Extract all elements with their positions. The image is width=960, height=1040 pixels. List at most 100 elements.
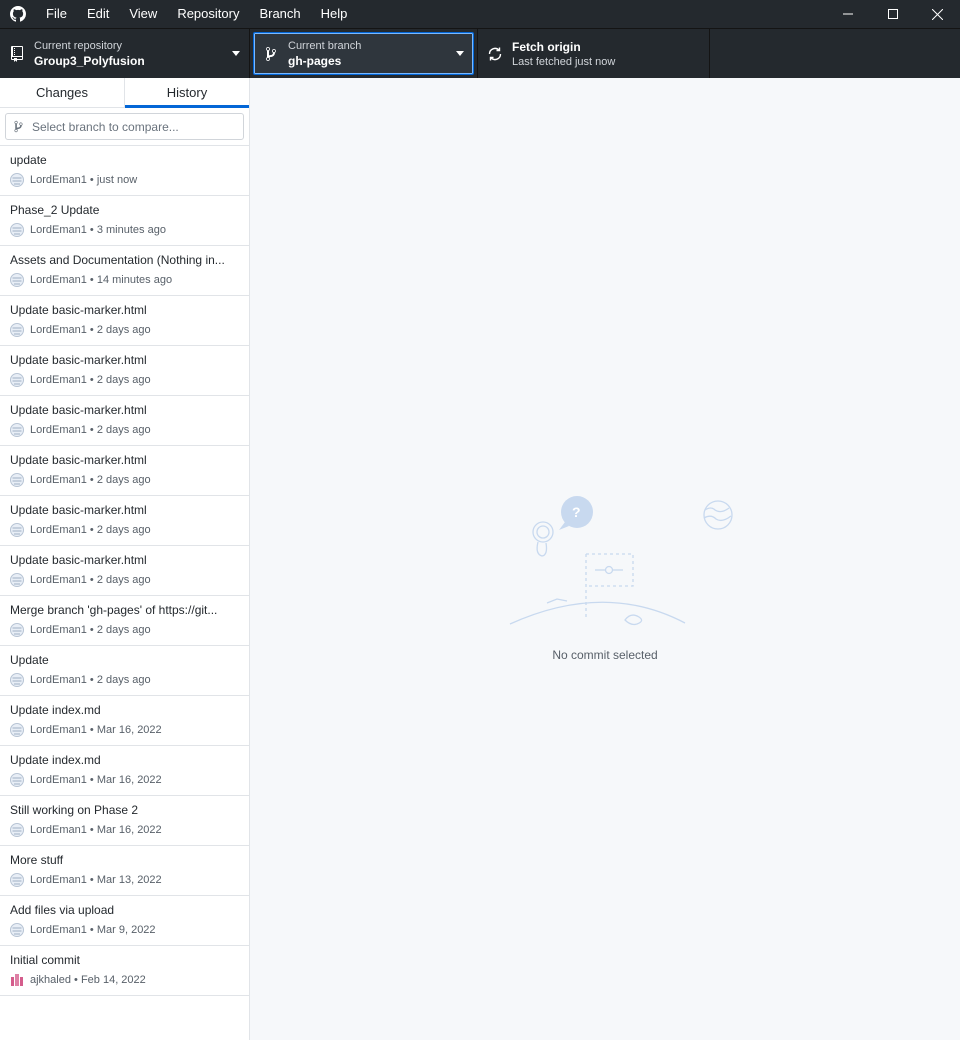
commit-list-item[interactable]: Update index.md LordEman1 • Mar 16, 2022 [0,696,249,746]
commit-time: Mar 16, 2022 [96,824,162,836]
commit-title: Phase_2 Update [10,203,100,217]
commit-time: 2 days ago [96,524,151,536]
commit-time: Mar 16, 2022 [96,774,162,786]
avatar [10,523,24,537]
commit-title: Update basic-marker.html [10,453,147,467]
tab-changes[interactable]: Changes [0,78,125,107]
branch-icon [254,46,288,62]
maximize-button[interactable] [870,0,915,28]
minimize-button[interactable] [825,0,870,28]
commit-time: 2 days ago [96,374,151,386]
commit-time: 2 days ago [96,574,151,586]
toolbar: Current repository Group3_Polyfusion Cur… [0,28,960,79]
close-button[interactable] [915,0,960,28]
commit-author: LordEman1 [30,424,87,436]
commit-author: LordEman1 [30,474,87,486]
avatar [10,773,24,787]
commit-separator: • [86,374,97,386]
commit-separator: • [86,874,97,886]
commit-list-item[interactable]: More stuff LordEman1 • Mar 13, 2022 [0,846,249,896]
commit-meta: LordEman1 • Mar 16, 2022 [10,773,239,787]
commit-list-item[interactable]: Still working on Phase 2 LordEman1 • Mar … [0,796,249,846]
avatar [10,723,24,737]
commit-author: LordEman1 [30,724,87,736]
sidebar: Changes History update LordEman1 • just n… [0,78,250,1040]
commit-list-item[interactable]: Update basic-marker.html LordEman1 • 2 da… [0,296,249,346]
commit-separator: • [86,824,97,836]
commit-time: Mar 9, 2022 [96,924,156,936]
commit-list: update LordEman1 • just now Phase_2 Update… [0,146,249,996]
menu-edit[interactable]: Edit [77,0,119,28]
commit-time: Mar 13, 2022 [96,874,162,886]
commit-list-item[interactable]: Update basic-marker.html LordEman1 • 2 da… [0,346,249,396]
commit-title: update [10,153,47,167]
menu-repository[interactable]: Repository [167,0,249,28]
last-fetched-text: Last fetched just now [512,55,616,68]
current-repository-button[interactable]: Current repository Group3_Polyfusion [0,29,250,78]
avatar [10,623,24,637]
commit-meta: LordEman1 • 2 days ago [10,423,239,437]
commit-separator: • [86,724,97,736]
current-branch-button[interactable]: Current branch gh-pages [250,29,478,78]
menu-file[interactable]: File [36,0,77,28]
commit-title: Merge branch 'gh-pages' of https://git..… [10,603,218,617]
commit-list-item[interactable]: Phase_2 Update LordEman1 • 3 minutes ago [0,196,249,246]
caret-down-icon [223,51,249,56]
tab-history[interactable]: History [125,78,249,108]
repository-label: Current repository [34,39,123,52]
menu-branch[interactable]: Branch [249,0,310,28]
sync-icon [478,46,512,62]
commit-title: Update index.md [10,703,101,717]
commit-meta: LordEman1 • Mar 13, 2022 [10,873,239,887]
commit-meta: LordEman1 • just now [10,173,239,187]
commit-list-item[interactable]: Update basic-marker.html LordEman1 • 2 da… [0,446,249,496]
commit-meta: LordEman1 • Mar 16, 2022 [10,723,239,737]
commit-title: Initial commit [10,953,81,967]
commit-separator: • [86,424,97,436]
commit-list-item[interactable]: Update basic-marker.html LordEman1 • 2 da… [0,546,249,596]
no-commit-selected-text: No commit selected [552,648,658,662]
compare-branch-field[interactable] [5,113,244,140]
compare-branch-input[interactable] [30,119,243,134]
commit-meta: LordEman1 • Mar 16, 2022 [10,823,239,837]
commit-list-item[interactable]: Add files via upload LordEman1 • Mar 9, 2… [0,896,249,946]
branch-icon [6,120,30,133]
commit-list-item[interactable]: Assets and Documentation (Nothing in... L… [0,246,249,296]
commit-separator: • [70,974,81,986]
commit-list-item[interactable]: Update basic-marker.html LordEman1 • 2 da… [0,496,249,546]
commit-list-item[interactable]: Merge branch 'gh-pages' of https://git..… [0,596,249,646]
commit-separator: • [86,524,97,536]
svg-text:?: ? [572,504,581,520]
branch-name: gh-pages [288,53,342,68]
commit-time: 2 days ago [96,324,151,336]
branch-label: Current branch [288,39,362,52]
avatar [10,573,24,587]
commit-title: Add files via upload [10,903,115,917]
commit-list-item[interactable]: update LordEman1 • just now [0,146,249,196]
commit-time: Feb 14, 2022 [80,974,146,986]
maximize-icon [887,9,898,19]
commit-list-item[interactable]: Update index.md LordEman1 • Mar 16, 2022 [0,746,249,796]
commit-title: Update index.md [10,753,101,767]
commit-time: Mar 16, 2022 [96,724,162,736]
avatar [10,973,24,987]
commit-separator: • [86,774,97,786]
fetch-origin-label: Fetch origin [512,39,581,54]
commit-title: Update [10,653,49,667]
commit-author: LordEman1 [30,224,87,236]
avatar [10,873,24,887]
close-icon [932,8,943,20]
commit-separator: • [86,924,97,936]
commit-list-item[interactable]: Initial commit ajkhaled • Feb 14, 2022 [0,946,249,996]
commit-separator: • [86,174,97,186]
commit-list-item[interactable]: Update LordEman1 • 2 days ago [0,646,249,696]
commit-separator: • [86,274,97,286]
commit-meta: LordEman1 • 2 days ago [10,523,239,537]
menu-help[interactable]: Help [311,0,358,28]
fetch-origin-button[interactable]: Fetch origin Last fetched just now [478,29,710,78]
avatar [10,823,24,837]
commit-list-item[interactable]: Update basic-marker.html LordEman1 • 2 da… [0,396,249,446]
commit-separator: • [86,474,97,486]
commit-title: Update basic-marker.html [10,553,147,567]
menu-view[interactable]: View [119,0,167,28]
